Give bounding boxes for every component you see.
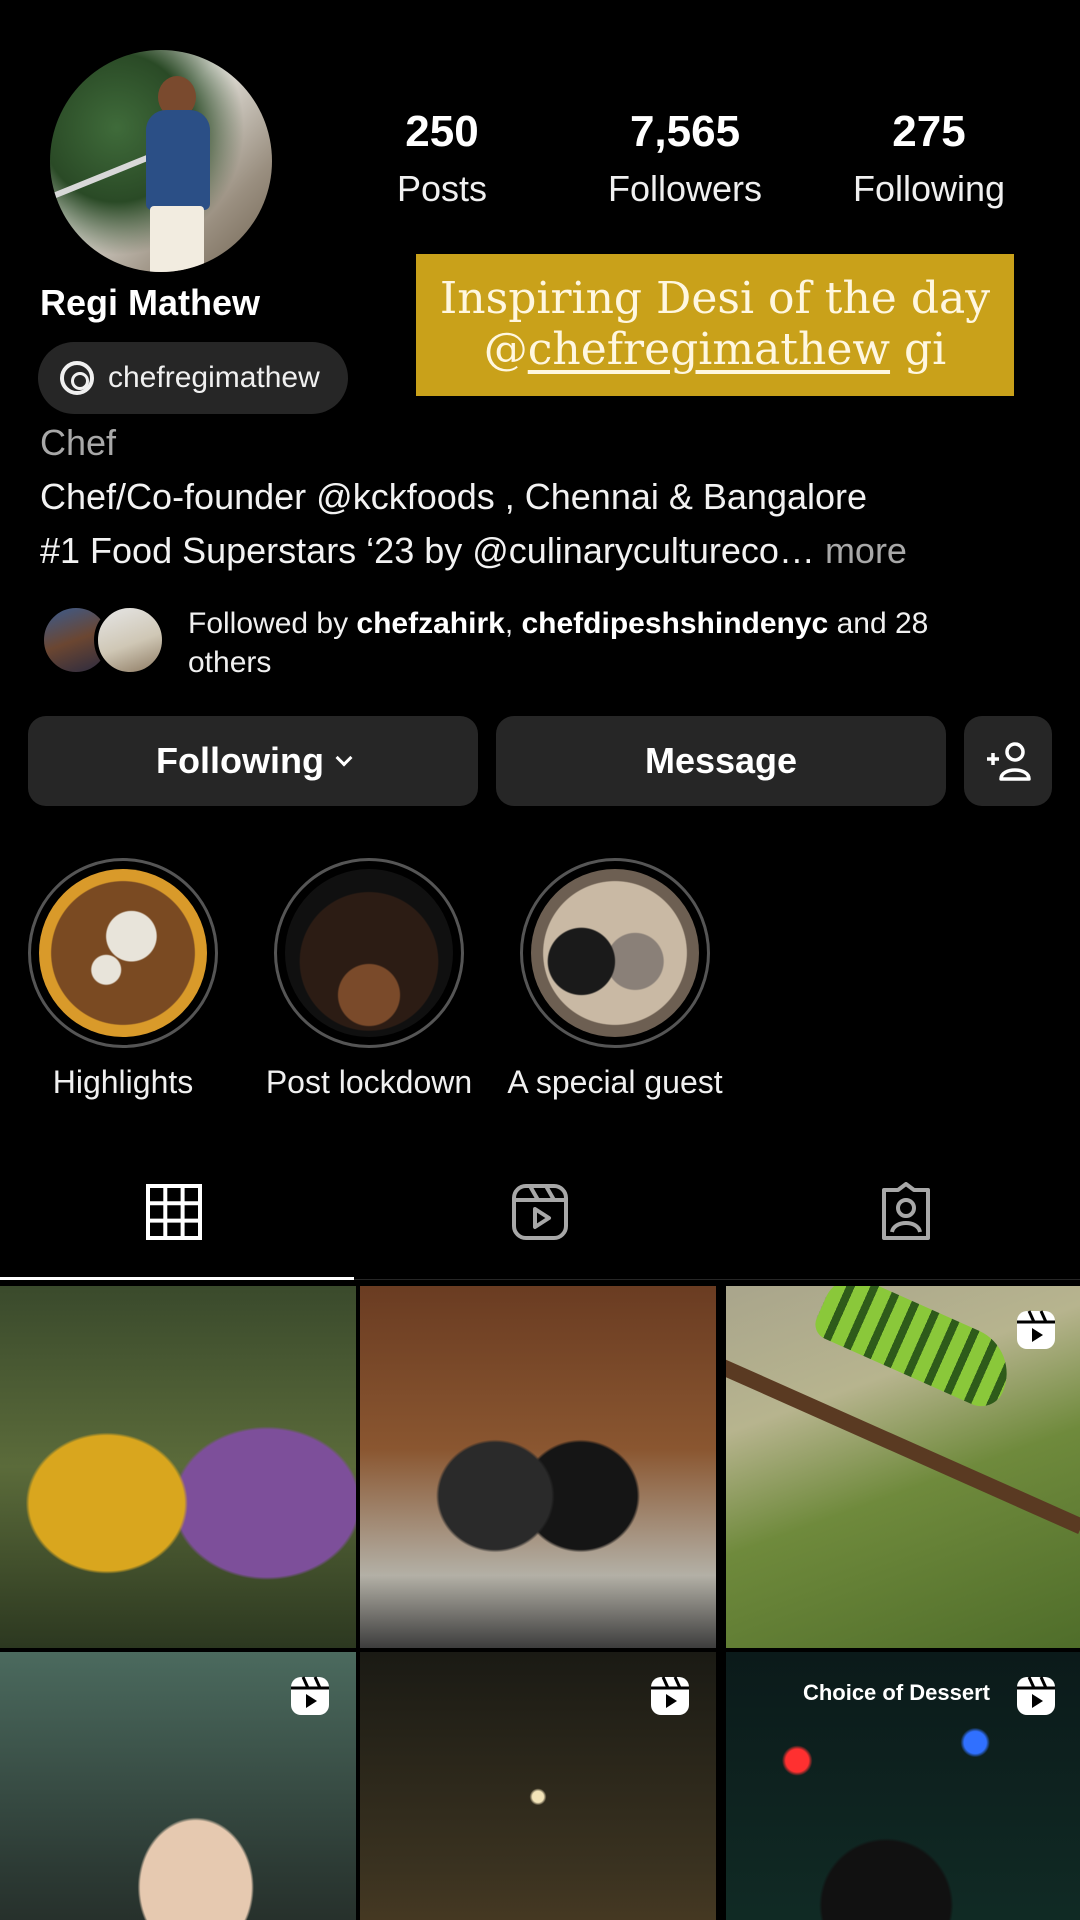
reel-badge-icon: [1017, 1676, 1055, 1715]
post-caption: Choice of Dessert: [802, 1680, 990, 1705]
highlight-label: A special guest: [507, 1064, 723, 1100]
stat-posts[interactable]: 250 Posts: [372, 110, 512, 210]
banner-line1: Inspiring Desi of the day: [439, 273, 991, 325]
reels-icon[interactable]: [510, 1182, 570, 1242]
post-tile[interactable]: [0, 1286, 356, 1648]
post-tile[interactable]: [726, 1286, 1080, 1648]
message-button-label: Message: [644, 740, 798, 781]
followers-count: 7,565: [629, 107, 741, 156]
threads-link-button[interactable]: chefregimathew: [38, 342, 348, 414]
highlight-cover: [285, 869, 453, 1037]
highlight-highlights[interactable]: [28, 858, 218, 1048]
post-tile[interactable]: [360, 1286, 716, 1648]
tagged-icon[interactable]: [876, 1182, 936, 1242]
reel-badge-icon: [651, 1676, 689, 1715]
posts-count: 250: [405, 107, 479, 156]
add-person-button[interactable]: [964, 716, 1052, 806]
bio-line-2: #1 Food Superstars ‘23 by @culinarycultu…: [40, 530, 907, 571]
profile-name: Regi Mathew: [40, 282, 261, 323]
banner-handle[interactable]: chefregimathew: [528, 324, 890, 375]
add-person-icon: [987, 742, 1031, 781]
highlight-label: Post lockdown: [265, 1064, 473, 1100]
followers-label: Followers: [607, 168, 763, 209]
chevron-down-icon: [335, 749, 353, 767]
highlight-special-guest[interactable]: [520, 858, 710, 1048]
following-button-label: Following: [156, 740, 324, 781]
followed-by-text[interactable]: Followed by chefzahirk, chefdipeshshinde…: [188, 604, 1008, 682]
following-button[interactable]: Following: [28, 716, 478, 806]
highlight-label: Highlights: [52, 1064, 194, 1100]
bio-more-link[interactable]: more: [825, 530, 907, 571]
profile-category: Chef: [40, 422, 117, 463]
banner-line2: @chefregimathew gi: [483, 324, 947, 375]
inspiring-desi-banner: Inspiring Desi of the day @chefregimathe…: [416, 254, 1014, 396]
profile-avatar[interactable]: [50, 50, 272, 272]
grid-icon[interactable]: [144, 1182, 204, 1242]
posts-label: Posts: [396, 168, 488, 209]
bio-line-1: Chef/Co-founder @kckfoods , Chennai & Ba…: [40, 476, 868, 517]
active-tab-indicator: [0, 1277, 354, 1280]
threads-icon: [60, 361, 94, 395]
threads-handle: chefregimathew: [108, 361, 320, 394]
mutual-follower-avatar-2[interactable]: [94, 604, 166, 676]
following-count: 275: [892, 107, 966, 156]
following-label: Following: [852, 168, 1006, 209]
stat-followers[interactable]: 7,565 Followers: [590, 110, 780, 210]
highlight-cover: [531, 869, 699, 1037]
reel-badge-icon: [291, 1676, 329, 1715]
post-tile[interactable]: [360, 1652, 716, 1920]
reel-badge-icon: [1017, 1310, 1055, 1349]
stat-following[interactable]: 275 Following: [836, 110, 1022, 210]
message-button[interactable]: Message: [496, 716, 946, 806]
highlight-post-lockdown[interactable]: [274, 858, 464, 1048]
post-tile[interactable]: [0, 1652, 356, 1920]
post-tile[interactable]: Choice of Dessert: [726, 1652, 1080, 1920]
highlight-cover: [39, 869, 207, 1037]
